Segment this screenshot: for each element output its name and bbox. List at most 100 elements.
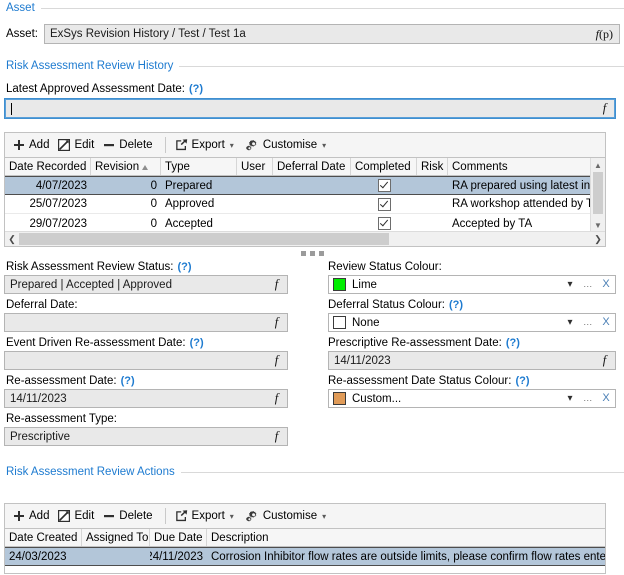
column-header-description[interactable]: Description xyxy=(207,529,605,546)
browse-ellipsis-button[interactable]: ... xyxy=(579,390,597,407)
formula-indicator[interactable]: f xyxy=(596,101,615,116)
panel-splitter[interactable] xyxy=(270,248,354,258)
deferral-status-colour-combo[interactable]: None ▾ ... X xyxy=(328,313,616,332)
field-label-text: Event Driven Re-assessment Date: xyxy=(6,337,186,349)
horizontal-scroll-track[interactable] xyxy=(19,232,591,246)
customise-button[interactable]: Customise ▾ xyxy=(243,137,335,153)
help-icon[interactable]: (?) xyxy=(190,336,204,350)
edit-button[interactable]: Edit xyxy=(55,137,100,153)
delete-button[interactable]: Delete xyxy=(100,508,158,524)
help-icon[interactable]: (?) xyxy=(177,260,191,274)
add-button[interactable]: Add xyxy=(10,508,55,524)
column-header-comments[interactable]: Comments xyxy=(448,158,593,175)
formula-indicator[interactable]: f xyxy=(268,315,287,330)
plus-icon xyxy=(13,510,25,522)
cell-completed[interactable] xyxy=(351,197,417,211)
column-header-deferral-date[interactable]: Deferral Date xyxy=(273,158,351,175)
history-grid-vertical-scrollbar[interactable]: ▲ ▼ xyxy=(590,158,605,232)
delete-button[interactable]: Delete xyxy=(100,137,158,153)
help-icon[interactable]: (?) xyxy=(121,374,135,388)
cell-revision: 0 xyxy=(150,179,157,192)
checkbox-checked-icon[interactable] xyxy=(377,217,391,230)
latest-approved-assessment-date-label-text: Latest Approved Assessment Date: xyxy=(6,83,185,95)
prescriptive-reassessment-date-input[interactable]: 14/11/2023 f xyxy=(328,351,616,370)
asset-section-title: Asset xyxy=(6,2,35,14)
formula-indicator[interactable]: f xyxy=(268,353,287,368)
column-header-date-recorded[interactable]: Date Recorded xyxy=(5,158,91,175)
export-button[interactable]: Export ▾ xyxy=(172,137,243,153)
chevron-down-icon[interactable]: ▾ xyxy=(229,512,237,521)
cell-completed[interactable] xyxy=(351,217,417,230)
cell-revision: 0 xyxy=(150,198,157,210)
table-row[interactable]: 24/03/2023 24/11/2023 Corrosion Inhibito… xyxy=(5,547,605,566)
formula-indicator[interactable]: f xyxy=(268,391,287,406)
scroll-up-icon[interactable]: ▲ xyxy=(591,158,605,172)
clear-value-button[interactable]: X xyxy=(597,314,615,331)
browse-ellipsis-button[interactable]: ... xyxy=(579,314,597,331)
latest-approved-assessment-date-input[interactable]: f xyxy=(4,98,616,119)
clear-value-button[interactable]: X xyxy=(597,390,615,407)
customise-button[interactable]: Customise ▾ xyxy=(243,508,335,524)
help-icon[interactable]: (?) xyxy=(506,336,520,350)
horizontal-scroll-thumb[interactable] xyxy=(19,233,389,245)
right-form-column: Review Status Colour: Lime ▾ ... X Defer… xyxy=(326,260,618,408)
delete-button-label: Delete xyxy=(119,139,153,151)
help-icon[interactable]: (?) xyxy=(515,374,529,388)
column-header-user[interactable]: User xyxy=(237,158,273,175)
text-caret xyxy=(11,102,12,115)
edit-button[interactable]: Edit xyxy=(55,508,100,524)
column-label: Deferral Date xyxy=(277,161,346,173)
scroll-down-icon[interactable]: ▼ xyxy=(591,218,605,232)
chevron-down-icon[interactable]: ▾ xyxy=(561,390,579,407)
deferral-date-input[interactable]: f xyxy=(4,313,288,332)
table-row[interactable]: 25/07/2023 0 Approved RA workshop attend… xyxy=(5,195,593,214)
reassessment-date-input[interactable]: 14/11/2023 f xyxy=(4,389,288,408)
chevron-down-icon[interactable]: ▾ xyxy=(229,141,237,150)
export-button[interactable]: Export ▾ xyxy=(172,508,243,524)
deferral-date-label: Deferral Date: xyxy=(0,298,292,312)
chevron-down-icon[interactable]: ▾ xyxy=(561,314,579,331)
actions-grid[interactable]: Date Created Assigned To Due Date Descri… xyxy=(4,528,606,574)
review-status-colour-combo[interactable]: Lime ▾ ... X xyxy=(328,275,616,294)
checkbox-checked-icon[interactable] xyxy=(377,197,391,211)
risk-assessment-review-status-input[interactable]: Prepared | Accepted | Approved f xyxy=(4,275,288,294)
reassessment-date-status-colour-combo[interactable]: Custom... ▾ ... X xyxy=(328,389,616,408)
checkbox-checked-icon[interactable] xyxy=(377,179,391,192)
browse-ellipsis-button[interactable]: ... xyxy=(579,276,597,293)
column-header-risk[interactable]: Risk xyxy=(417,158,448,175)
column-label: Date Created xyxy=(9,532,78,544)
scroll-right-icon[interactable]: ❯ xyxy=(591,232,605,246)
vertical-scroll-thumb[interactable] xyxy=(593,172,603,214)
chevron-down-icon[interactable]: ▾ xyxy=(321,512,329,521)
history-grid-horizontal-scrollbar[interactable]: ❮ ❯ xyxy=(5,231,605,246)
history-grid[interactable]: Date Recorded Revision Type User Deferra… xyxy=(4,157,606,247)
help-icon[interactable]: (?) xyxy=(189,82,203,96)
formula-p-indicator[interactable]: f(p) xyxy=(596,27,619,42)
cell-comments: Accepted by TA xyxy=(452,217,533,230)
formula-indicator[interactable]: f xyxy=(268,277,287,292)
customise-button-label: Customise xyxy=(262,139,318,151)
cell-date-recorded: 25/07/2023 xyxy=(29,198,87,210)
cell-completed[interactable] xyxy=(351,179,417,192)
scroll-left-icon[interactable]: ❮ xyxy=(5,232,19,246)
formula-indicator[interactable]: f xyxy=(268,429,287,444)
column-header-type[interactable]: Type xyxy=(161,158,237,175)
event-driven-reassessment-date-input[interactable]: f xyxy=(4,351,288,370)
add-button[interactable]: Add xyxy=(10,137,55,153)
chevron-down-icon[interactable]: ▾ xyxy=(321,141,329,150)
formula-indicator[interactable]: f xyxy=(596,353,615,368)
column-header-completed[interactable]: Completed xyxy=(351,158,417,175)
column-header-date-created[interactable]: Date Created xyxy=(5,529,82,546)
column-header-revision[interactable]: Revision xyxy=(91,158,161,175)
asset-input[interactable]: ExSys Revision History / Test / Test 1a … xyxy=(43,24,620,44)
clear-value-button[interactable]: X xyxy=(597,276,615,293)
chevron-down-icon[interactable]: ▾ xyxy=(561,276,579,293)
deferral-status-colour-label: Deferral Status Colour: (?) xyxy=(326,298,618,312)
column-header-assigned-to[interactable]: Assigned To xyxy=(82,529,150,546)
cell-revision: 0 xyxy=(150,217,157,230)
help-icon[interactable]: (?) xyxy=(449,298,463,312)
table-row[interactable]: 4/07/2023 0 Prepared RA prepared using l… xyxy=(5,176,593,195)
column-header-due-date[interactable]: Due Date xyxy=(150,529,207,546)
export-button-label: Export xyxy=(191,139,225,151)
reassessment-type-input[interactable]: Prescriptive f xyxy=(4,427,288,446)
